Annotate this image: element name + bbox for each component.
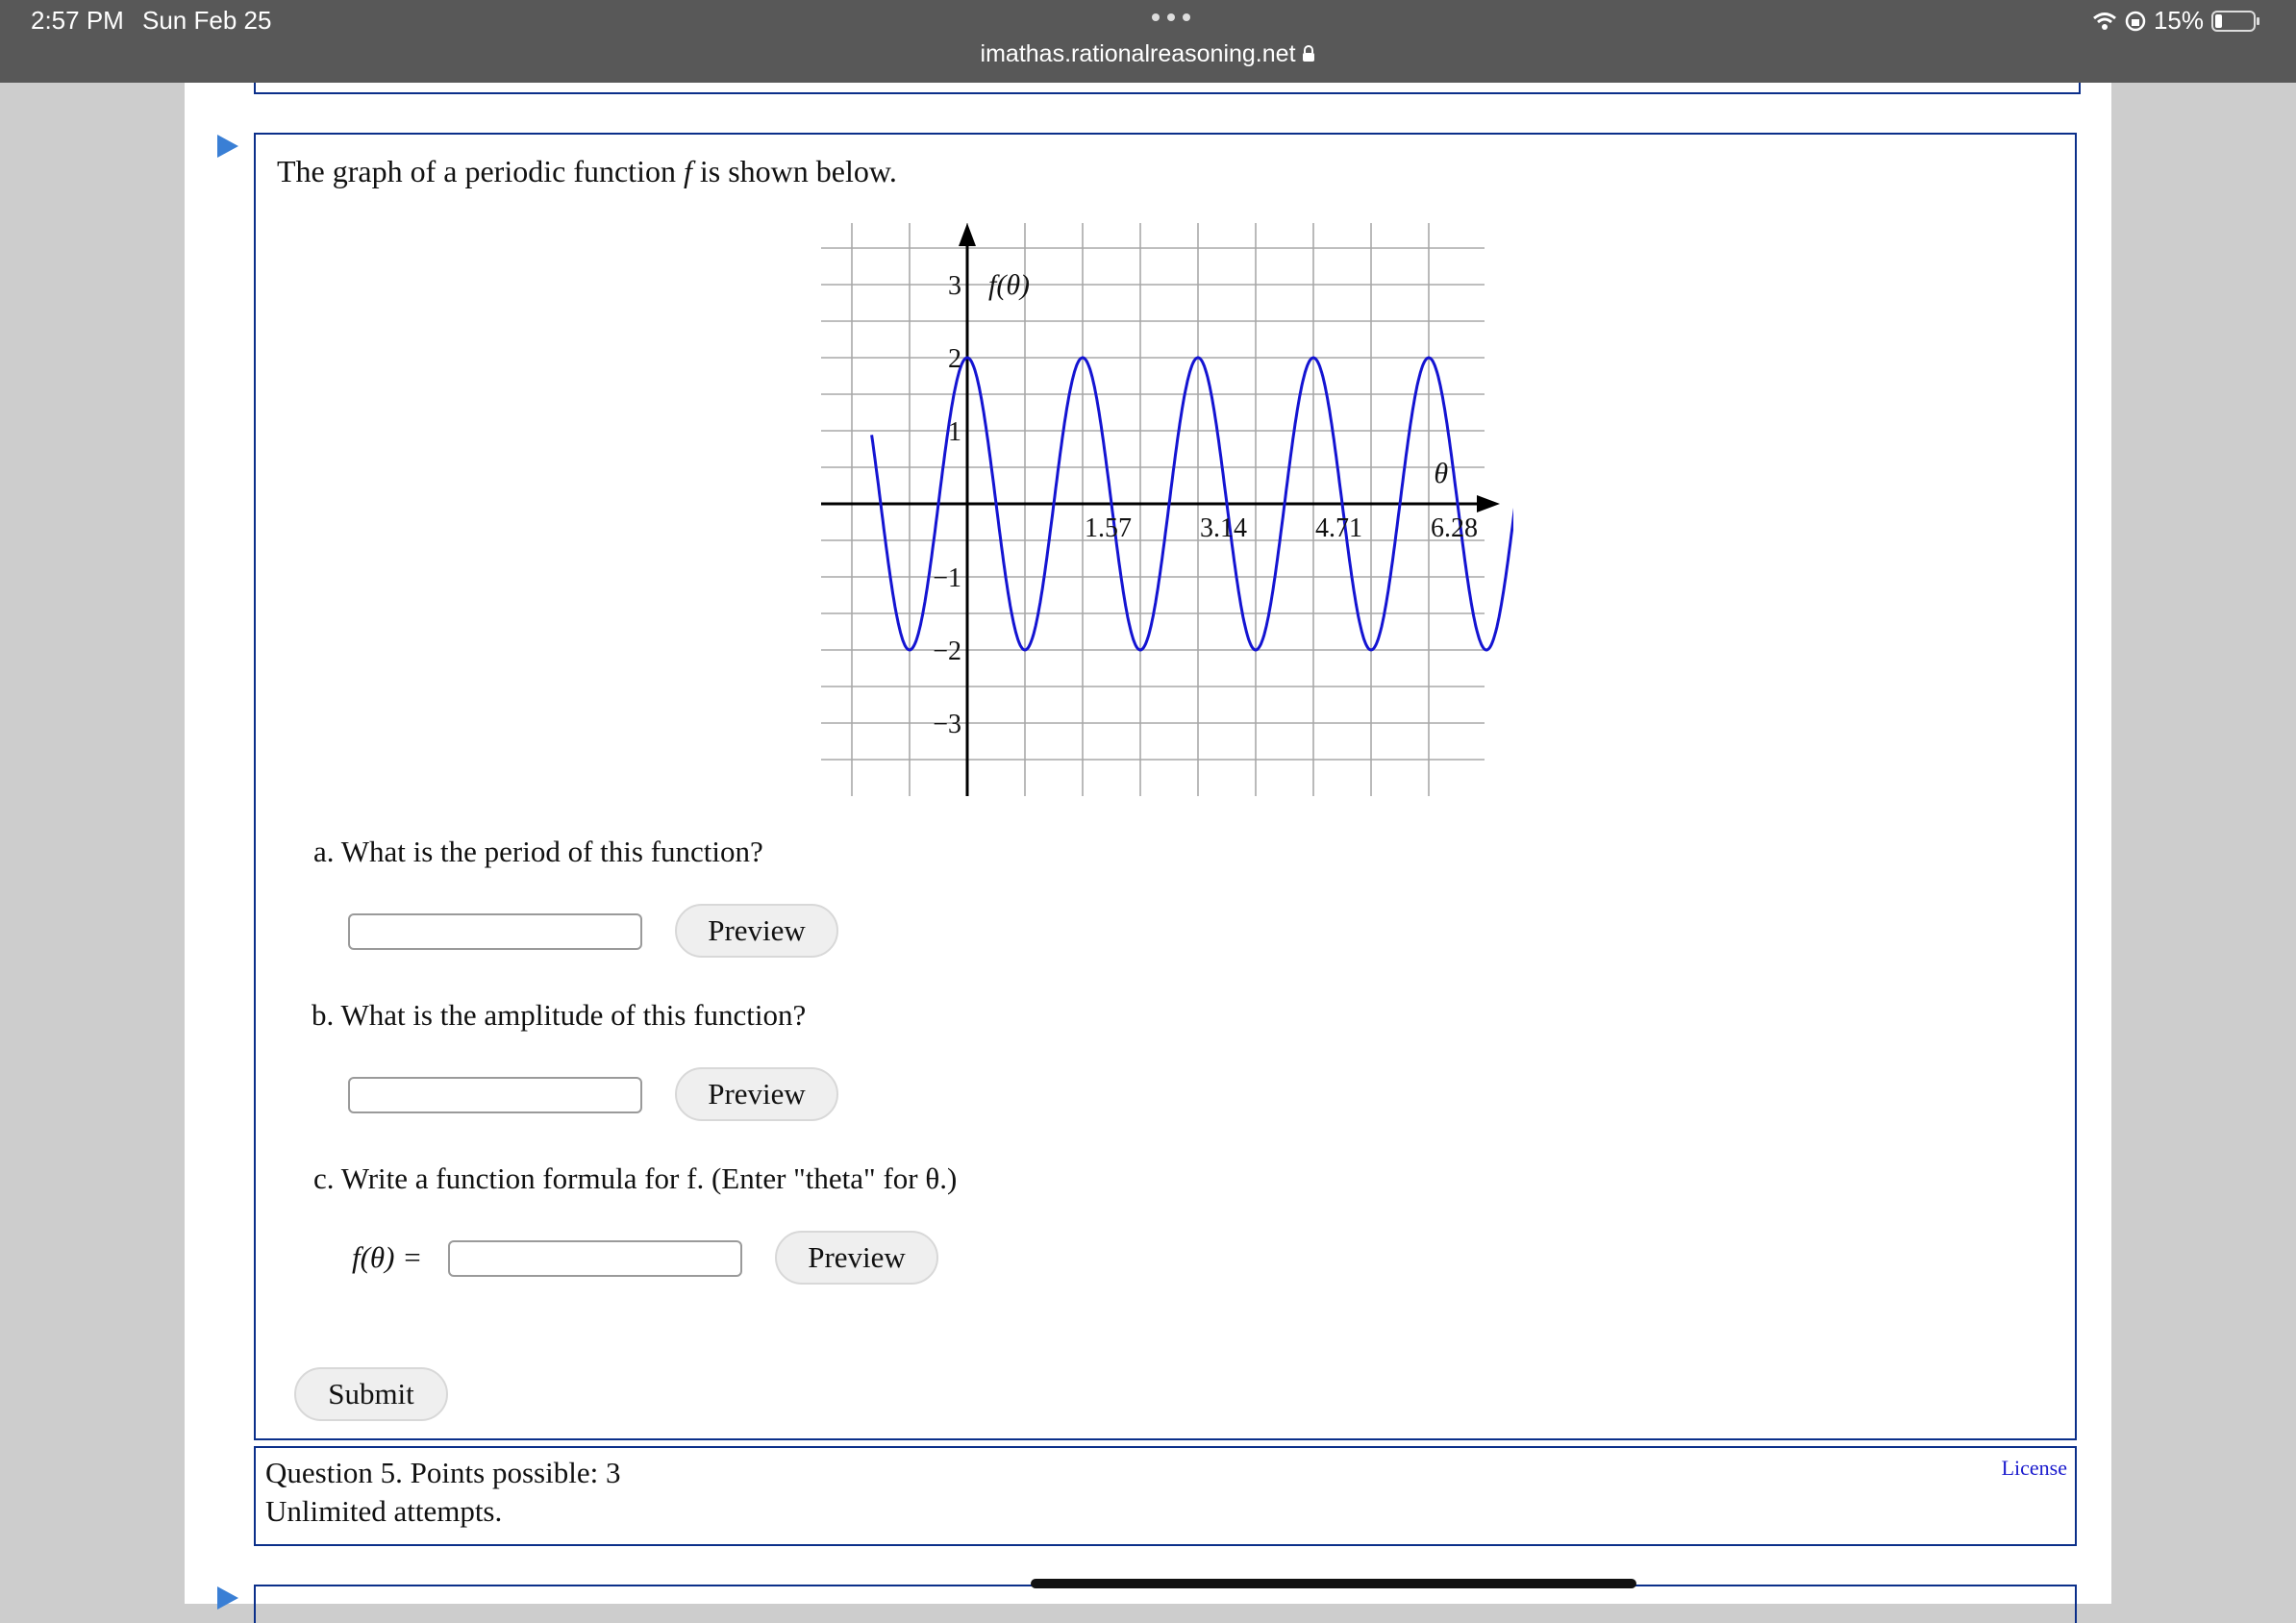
submit-button[interactable]: Submit bbox=[294, 1367, 448, 1421]
previous-question-box bbox=[254, 83, 2081, 94]
y-tick-label: −1 bbox=[933, 563, 961, 593]
status-right: 15% bbox=[2092, 6, 2261, 36]
formula-input[interactable] bbox=[448, 1240, 742, 1277]
x-tick-label: 1.57 bbox=[1085, 513, 1132, 543]
collapse-arrow-icon[interactable] bbox=[217, 135, 238, 158]
y-axis-arrow bbox=[959, 223, 976, 246]
address-url: imathas.rationalreasoning.net bbox=[980, 40, 1296, 67]
status-bar: 2:57 PM Sun Feb 25 imathas.rationalreaso… bbox=[0, 0, 2296, 83]
orientation-lock-icon bbox=[2125, 11, 2146, 31]
home-indicator bbox=[1031, 1579, 1636, 1588]
y-tick-label: −2 bbox=[933, 637, 961, 666]
x-axis-label: θ bbox=[1434, 458, 1448, 489]
points-text: Question 5. Points possible: 3 bbox=[265, 1456, 621, 1489]
address-bar[interactable]: imathas.rationalreasoning.net bbox=[0, 40, 2296, 68]
x-axis-arrow bbox=[1477, 495, 1500, 512]
page-content: The graph of a periodic function f is sh… bbox=[185, 83, 2111, 1623]
x-tick-label: 6.28 bbox=[1431, 513, 1478, 543]
battery-percent: 15% bbox=[2153, 6, 2204, 35]
y-axis-label: f(θ) bbox=[988, 269, 1030, 301]
part-c-text: c. Write a function formula for f. (Ente… bbox=[313, 1161, 958, 1195]
y-tick-label: −3 bbox=[933, 710, 961, 739]
status-date: Sun Feb 25 bbox=[142, 6, 272, 35]
period-input[interactable] bbox=[348, 913, 642, 950]
y-tick-label: 2 bbox=[948, 344, 961, 374]
x-tick-label: 3.14 bbox=[1200, 513, 1247, 543]
license-link[interactable]: License bbox=[2002, 1456, 2067, 1481]
lock-icon bbox=[1303, 45, 1315, 62]
preview-button-c[interactable]: Preview bbox=[775, 1231, 938, 1285]
amplitude-input[interactable] bbox=[348, 1077, 642, 1113]
part-a-text: a. What is the period of this function? bbox=[313, 835, 763, 868]
wifi-icon bbox=[2093, 12, 2116, 30]
formula-label: f(θ) = bbox=[352, 1240, 423, 1274]
more-dots-icon[interactable] bbox=[1146, 8, 1204, 27]
y-tick-label: 3 bbox=[948, 271, 961, 301]
x-tick-label: 4.71 bbox=[1315, 513, 1362, 543]
y-tick-label: 1 bbox=[948, 417, 961, 447]
next-question-box bbox=[254, 1585, 2077, 1623]
question-box: The graph of a periodic function f is sh… bbox=[254, 133, 2077, 1440]
question-prompt: The graph of a periodic function f is sh… bbox=[277, 154, 897, 188]
question-info: Question 5. Points possible: 3 Unlimited… bbox=[254, 1446, 2077, 1546]
preview-button-a[interactable]: Preview bbox=[675, 904, 838, 958]
attempts-text: Unlimited attempts. bbox=[265, 1494, 503, 1528]
part-b-text: b. What is the amplitude of this functio… bbox=[312, 998, 807, 1032]
function-graph: 1.57 3.14 4.71 6.28 3 2 1 −1 −2 −3 f(θ) θ bbox=[821, 223, 1513, 796]
battery-icon bbox=[2211, 10, 2259, 32]
collapse-arrow-icon-next[interactable] bbox=[217, 1586, 238, 1610]
preview-button-b[interactable]: Preview bbox=[675, 1067, 838, 1121]
status-time: 2:57 PM bbox=[31, 6, 124, 35]
